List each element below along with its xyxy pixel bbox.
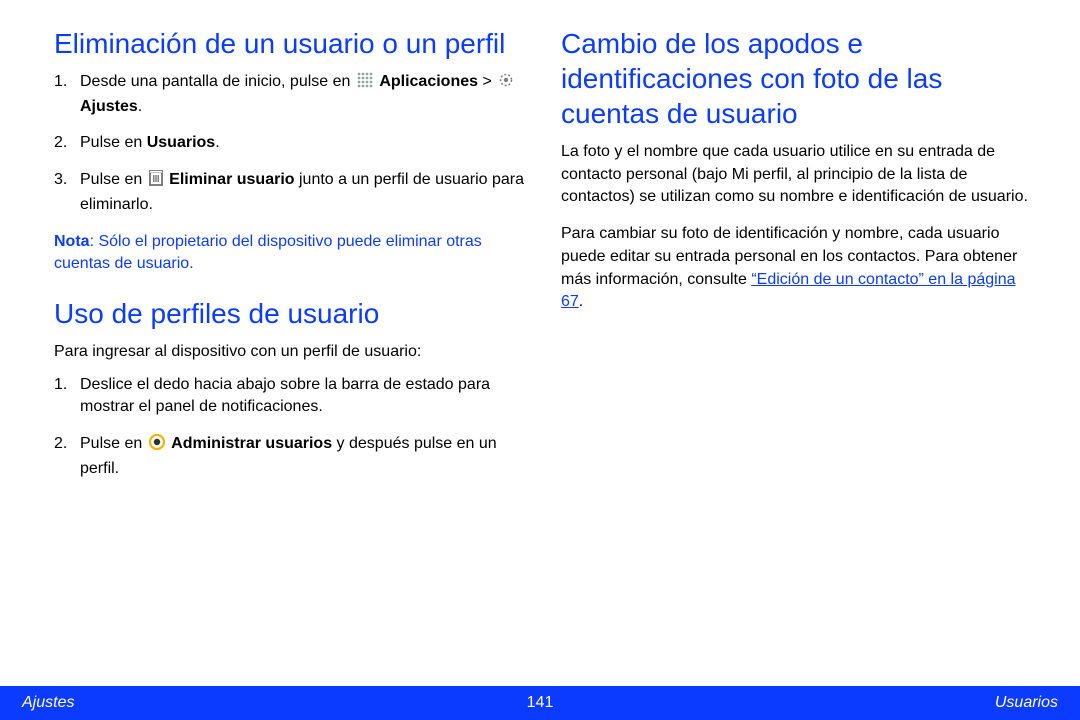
step-number: 1. [54, 374, 67, 397]
delete-user-label: Eliminar usuario [169, 171, 294, 188]
step-2: 2. Pulse en Administrar usuarios y despu… [74, 433, 533, 480]
footer-page-number: 141 [527, 694, 554, 712]
footer-section-right: Usuarios [995, 694, 1058, 712]
step-text: Pulse en [80, 171, 147, 188]
step-2: 2. Pulse en Usuarios. [74, 132, 533, 155]
heading-change-nickname: Cambio de los apodos e identificaciones … [561, 26, 1040, 131]
period: . [138, 98, 142, 115]
users-label: Usuarios [147, 134, 215, 151]
settings-label: Ajustes [80, 98, 138, 115]
step-1: 1. Deslice el dedo hacia abajo sobre la … [74, 374, 533, 419]
para-edit-contact: Para cambiar su foto de identificación y… [561, 223, 1040, 314]
step-3: 3. Pulse en Eliminar usuario junto a un … [74, 169, 533, 216]
period: . [579, 293, 583, 310]
steps-delete-user: 1. Desde una pantalla de inicio, pulse e… [54, 71, 533, 217]
step-number: 2. [54, 132, 67, 155]
left-column: Eliminación de un usuario o un perfil 1.… [54, 26, 533, 495]
heading-delete-user: Eliminación de un usuario o un perfil [54, 26, 533, 61]
note-label: Nota [54, 233, 90, 250]
apps-grid-icon [357, 72, 373, 96]
right-column: Cambio de los apodos e identificaciones … [561, 26, 1040, 495]
page: Eliminación de un usuario o un perfil 1.… [0, 0, 1080, 720]
step-number: 2. [54, 433, 67, 456]
footer-section-left: Ajustes [22, 694, 74, 712]
page-footer: Ajustes 141 Usuarios [0, 686, 1080, 720]
step-1: 1. Desde una pantalla de inicio, pulse e… [74, 71, 533, 118]
trash-icon [149, 170, 163, 194]
step-number: 3. [54, 169, 67, 192]
step-text: Pulse en [80, 134, 147, 151]
lead-use-profiles: Para ingresar al dispositivo con un perf… [54, 341, 533, 364]
note-text: : Sólo el propietario del dispositivo pu… [54, 233, 482, 273]
step-text: Desde una pantalla de inicio, pulse en [80, 73, 355, 90]
para-photo-name: La foto y el nombre que cada usuario uti… [561, 141, 1040, 209]
steps-use-profiles: 1. Deslice el dedo hacia abajo sobre la … [54, 374, 533, 481]
apps-label: Aplicaciones [379, 73, 478, 90]
settings-gear-icon [498, 72, 514, 96]
manage-users-label: Administrar usuarios [171, 435, 332, 452]
heading-use-profiles: Uso de perfiles de usuario [54, 296, 533, 331]
content-area: Eliminación de un usuario o un perfil 1.… [0, 0, 1080, 495]
period: . [215, 134, 219, 151]
step-text: Deslice el dedo hacia abajo sobre la bar… [80, 376, 490, 416]
step-text: Pulse en [80, 435, 147, 452]
gt-sep: > [478, 73, 496, 90]
step-number: 1. [54, 71, 67, 94]
user-ring-icon [149, 434, 165, 458]
note-owner-only: Nota: Sólo el propietario del dispositiv… [54, 231, 533, 276]
